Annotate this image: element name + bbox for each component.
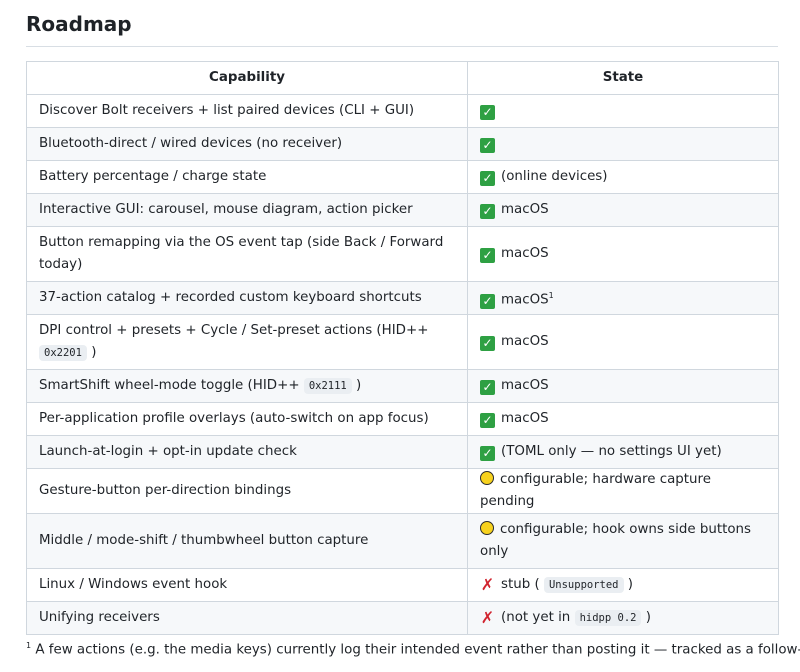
roadmap-heading: Roadmap (26, 12, 132, 36)
state-cell: ✓ macOS (467, 402, 779, 436)
state-cell: ✓ (467, 127, 779, 161)
table-row: SmartShift wheel-mode toggle (HID++ 0x21… (26, 369, 779, 403)
green-check-icon: ✓ (480, 446, 495, 461)
capability-cell: Bluetooth-direct / wired devices (no rec… (26, 127, 468, 161)
table-row: 37-action catalog + recorded custom keyb… (26, 281, 779, 315)
green-check-icon: ✓ (480, 138, 495, 153)
state-cell: ✗ stub ( Unsupported ) (467, 568, 779, 602)
state-cell: configurable; hardware capture pending (467, 468, 779, 514)
capability-cell: Battery percentage / charge state (26, 160, 468, 194)
green-check-icon: ✓ (480, 336, 495, 351)
state-cell: configurable; hook owns side buttons onl… (467, 513, 779, 569)
capability-cell: Launch-at-login + opt-in update check (26, 435, 468, 469)
hidpp-feature-code: 0x2111 (303, 378, 352, 394)
table-row: Button remapping via the OS event tap (s… (26, 226, 779, 282)
heading-divider (26, 46, 778, 47)
green-check-icon: ✓ (480, 380, 495, 395)
state-cell: ✓ macOS (467, 314, 779, 370)
footnote-marker: 1 (548, 290, 554, 300)
state-cell: ✗ (not yet in hidpp 0.2 ) (467, 601, 779, 635)
table-row: Discover Bolt receivers + list paired de… (26, 94, 779, 128)
table-row: Unifying receivers ✗ (not yet in hidpp 0.… (26, 601, 779, 635)
state-cell: ✓ (TOML only — no settings UI yet) (467, 435, 779, 469)
hidpp-feature-code: 0x2201 (39, 345, 87, 361)
table-row: DPI control + presets + Cycle / Set-pres… (26, 314, 779, 370)
green-check-icon: ✓ (480, 105, 495, 120)
capability-cell: Gesture-button per-direction bindings (26, 468, 468, 514)
capability-cell: DPI control + presets + Cycle / Set-pres… (26, 314, 468, 370)
yellow-circle-icon (480, 521, 494, 535)
table-row: Middle / mode-shift / thumbwheel button … (26, 513, 779, 569)
green-check-icon: ✓ (480, 294, 495, 310)
capability-cell: Linux / Windows event hook (26, 568, 468, 602)
table-row: Bluetooth-direct / wired devices (no rec… (26, 127, 779, 161)
table-row: Gesture-button per-direction bindings co… (26, 468, 779, 514)
yellow-circle-icon (480, 471, 494, 485)
table-row: Linux / Windows event hook ✗ stub ( Unsup… (26, 568, 779, 602)
table-row: Per-application profile overlays (auto-s… (26, 402, 779, 436)
red-x-icon: ✗ (480, 608, 495, 627)
capability-cell: Button remapping via the OS event tap (s… (26, 226, 468, 282)
state-column-header: State (467, 61, 779, 95)
footnote-marker: 1 (26, 641, 32, 650)
capability-cell: Unifying receivers (26, 601, 468, 635)
status-code: hidpp 0.2 (574, 610, 642, 626)
capability-cell: SmartShift wheel-mode toggle (HID++ 0x21… (26, 369, 468, 403)
state-cell: ✓ macOS (467, 226, 779, 282)
roadmap-table: Capability State Discover Bolt receivers… (26, 61, 779, 635)
red-x-icon: ✗ (480, 575, 495, 594)
capability-column-header: Capability (26, 61, 468, 95)
capability-cell: Middle / mode-shift / thumbwheel button … (26, 513, 468, 569)
green-check-icon: ✓ (480, 171, 495, 186)
footnote: 1 A few actions (e.g. the media keys) cu… (26, 641, 800, 657)
table-row: Launch-at-login + opt-in update check ✓(… (26, 435, 779, 469)
state-cell: ✓ macOS1 (467, 281, 779, 315)
green-check-icon: ✓ (480, 413, 495, 428)
footnote-text: A few actions (e.g. the media keys) curr… (35, 642, 800, 658)
capability-cell: Per-application profile overlays (auto-s… (26, 402, 468, 436)
capability-cell: Discover Bolt receivers + list paired de… (26, 94, 468, 128)
green-check-icon: ✓ (480, 248, 495, 263)
state-cell: ✓ macOS (467, 369, 779, 403)
state-cell: ✓ (online devices) (467, 160, 779, 194)
table-row: Interactive GUI: carousel, mouse diagram… (26, 193, 779, 227)
state-cell: ✓ (467, 94, 779, 128)
state-cell: ✓ macOS (467, 193, 779, 227)
capability-cell: Interactive GUI: carousel, mouse diagram… (26, 193, 468, 227)
table-row: Battery percentage / charge state ✓ (onli… (26, 160, 779, 194)
status-code: Unsupported (543, 577, 624, 593)
capability-cell: 37-action catalog + recorded custom keyb… (26, 281, 468, 315)
green-check-icon: ✓ (480, 204, 495, 219)
page: Roadmap Capability State Discover Bolt r… (0, 0, 800, 672)
